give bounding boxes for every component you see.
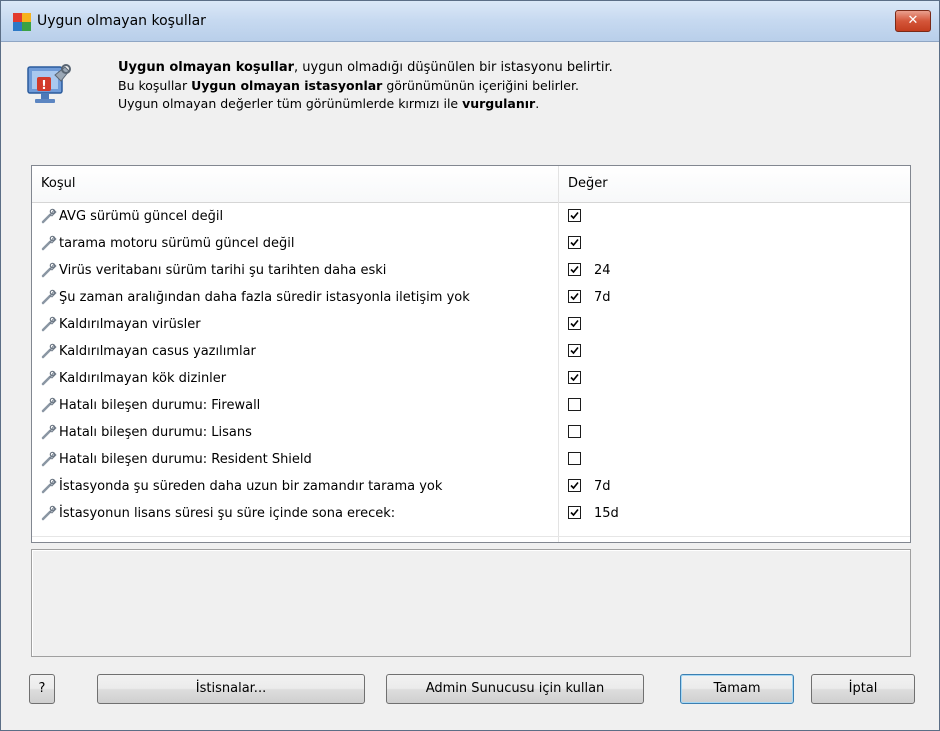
condition-checkbox[interactable] bbox=[568, 479, 581, 492]
cancel-button[interactable]: İptal bbox=[811, 674, 915, 704]
desc-line3-start: Uygun olmayan değerler tüm görünümlerde … bbox=[118, 96, 463, 111]
wrench-icon bbox=[41, 478, 57, 494]
wrench-icon bbox=[41, 289, 57, 305]
table-row[interactable]: İstasyonun lisans süresi şu süre içinde … bbox=[32, 501, 910, 528]
table-row[interactable]: tarama motoru sürümü güncel değil bbox=[32, 231, 910, 258]
condition-label: Kaldırılmayan virüsler bbox=[59, 317, 201, 332]
table-row[interactable]: AVG sürümü güncel değil bbox=[32, 204, 910, 231]
monitor-warning-icon: ! bbox=[27, 64, 71, 103]
details-panel bbox=[31, 549, 911, 657]
exceptions-button[interactable]: İstisnalar... bbox=[97, 674, 365, 704]
condition-checkbox[interactable] bbox=[568, 371, 581, 384]
close-icon: ✕ bbox=[907, 13, 919, 28]
condition-checkbox[interactable] bbox=[568, 209, 581, 222]
svg-text:!: ! bbox=[41, 78, 46, 92]
condition-value[interactable]: 7d bbox=[594, 479, 611, 494]
use-for-admin-server-button[interactable]: Admin Sunucusu için kullan bbox=[386, 674, 644, 704]
desc-line1-rest: , uygun olmadığı düşünülen bir istasyonu… bbox=[294, 60, 613, 75]
cancel-button-label: İptal bbox=[848, 681, 878, 696]
wrench-icon bbox=[41, 424, 57, 440]
wrench-icon bbox=[41, 343, 57, 359]
ok-button-label: Tamam bbox=[713, 681, 761, 696]
wrench-icon bbox=[41, 208, 57, 224]
desc-line2-bold: Uygun olmayan istasyonlar bbox=[191, 78, 383, 93]
wrench-icon bbox=[41, 316, 57, 332]
condition-label: Hatalı bileşen durumu: Resident Shield bbox=[59, 452, 312, 467]
conditions-table: Koşul Değer AVG sürümü güncel değil taram… bbox=[31, 165, 911, 543]
table-row[interactable]: Kaldırılmayan virüsler bbox=[32, 312, 910, 339]
desc-line1-bold: Uygun olmayan koşullar bbox=[118, 60, 295, 75]
table-row[interactable]: Hatalı bileşen durumu: Firewall bbox=[32, 393, 910, 420]
condition-label: Virüs veritabanı sürüm tarihi şu tarihte… bbox=[59, 263, 387, 278]
wrench-icon bbox=[41, 235, 57, 251]
column-header-value[interactable]: Değer bbox=[568, 176, 608, 191]
help-button[interactable]: ? bbox=[29, 674, 55, 704]
condition-label: AVG sürümü güncel değil bbox=[59, 209, 224, 224]
dialog-window: Uygun olmayan koşullar ✕ ! Uygun olmayan… bbox=[0, 0, 940, 731]
condition-label: Kaldırılmayan kök dizinler bbox=[59, 371, 227, 386]
condition-value[interactable]: 15d bbox=[594, 506, 619, 521]
condition-label: İstasyonun lisans süresi şu süre içinde … bbox=[59, 506, 396, 521]
condition-checkbox[interactable] bbox=[568, 317, 581, 330]
wrench-icon bbox=[41, 370, 57, 386]
table-row[interactable]: İstasyonda şu süreden daha uzun bir zama… bbox=[32, 474, 910, 501]
condition-label: Kaldırılmayan casus yazılımlar bbox=[59, 344, 256, 359]
desc-line2-start: Bu koşullar bbox=[118, 78, 192, 93]
condition-checkbox[interactable] bbox=[568, 236, 581, 249]
help-button-label: ? bbox=[38, 681, 46, 696]
wrench-icon bbox=[41, 397, 57, 413]
column-header-condition[interactable]: Koşul bbox=[41, 176, 75, 191]
table-row[interactable]: Kaldırılmayan kök dizinler bbox=[32, 366, 910, 393]
desc-line3-end: . bbox=[535, 96, 540, 111]
ok-button[interactable]: Tamam bbox=[680, 674, 794, 704]
description-text: Uygun olmayan koşullar, uygun olmadığı d… bbox=[118, 59, 918, 113]
table-row[interactable]: Kaldırılmayan casus yazılımlar bbox=[32, 339, 910, 366]
table-row[interactable]: Hatalı bileşen durumu: Resident Shield bbox=[32, 447, 910, 474]
condition-label: Hatalı bileşen durumu: Firewall bbox=[59, 398, 261, 413]
condition-checkbox[interactable] bbox=[568, 452, 581, 465]
title-bar[interactable]: Uygun olmayan koşullar ✕ bbox=[1, 1, 939, 42]
condition-checkbox[interactable] bbox=[568, 263, 581, 276]
condition-value[interactable]: 24 bbox=[594, 263, 611, 278]
condition-label: Hatalı bileşen durumu: Lisans bbox=[59, 425, 252, 440]
condition-checkbox[interactable] bbox=[568, 398, 581, 411]
close-button[interactable]: ✕ bbox=[895, 10, 931, 32]
condition-label: tarama motoru sürümü güncel değil bbox=[59, 236, 295, 251]
wrench-icon bbox=[41, 505, 57, 521]
condition-label: İstasyonda şu süreden daha uzun bir zama… bbox=[59, 479, 443, 494]
exceptions-button-label: İstisnalar... bbox=[195, 681, 267, 696]
desc-line2-rest: görünümünün içeriğini belirler. bbox=[382, 78, 579, 93]
desc-line3-bold: vurgulanır bbox=[462, 96, 536, 111]
table-row[interactable]: Virüs veritabanı sürüm tarihi şu tarihte… bbox=[32, 258, 910, 285]
window-title: Uygun olmayan koşullar bbox=[37, 13, 206, 29]
table-row[interactable]: Şu zaman aralığından daha fazla süredir … bbox=[32, 285, 910, 312]
condition-checkbox[interactable] bbox=[568, 506, 581, 519]
empty-row bbox=[32, 528, 910, 537]
condition-checkbox[interactable] bbox=[568, 344, 581, 357]
wrench-icon bbox=[41, 451, 57, 467]
avg-logo-icon bbox=[13, 13, 31, 31]
admin-button-label: Admin Sunucusu için kullan bbox=[425, 681, 605, 696]
condition-value[interactable]: 7d bbox=[594, 290, 611, 305]
table-header: Koşul Değer bbox=[32, 166, 910, 203]
table-row[interactable]: Hatalı bileşen durumu: Lisans bbox=[32, 420, 910, 447]
condition-checkbox[interactable] bbox=[568, 290, 581, 303]
condition-checkbox[interactable] bbox=[568, 425, 581, 438]
condition-label: Şu zaman aralığından daha fazla süredir … bbox=[59, 290, 470, 305]
wrench-icon bbox=[41, 262, 57, 278]
